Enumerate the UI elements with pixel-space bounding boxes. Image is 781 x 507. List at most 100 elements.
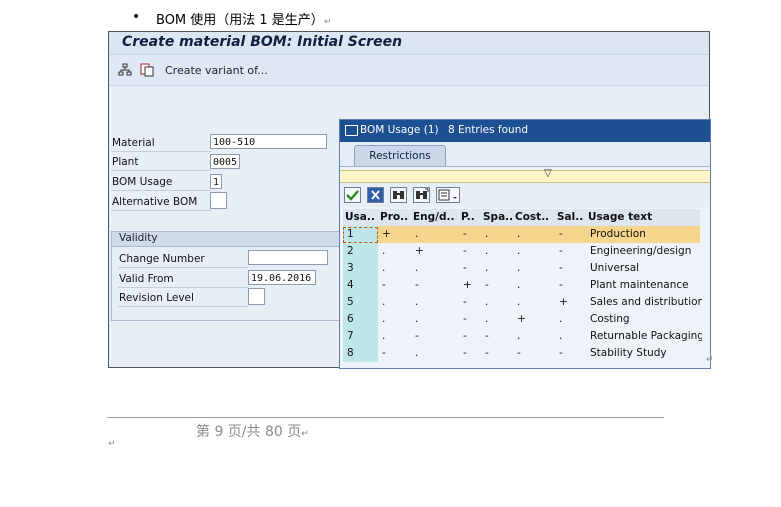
row-indicator[interactable]: . (382, 313, 413, 325)
row-indicator[interactable]: - (517, 347, 557, 359)
material-input[interactable]: 100-510 (210, 134, 327, 149)
print-icon[interactable] (436, 187, 460, 203)
paragraph-mark: ↵ (301, 429, 309, 439)
hierarchy-icon[interactable] (118, 63, 132, 77)
row-indicator[interactable]: - (559, 347, 588, 359)
valid-from-input[interactable]: 19.06.2016 (248, 270, 316, 285)
bom-usage-input[interactable]: 1 (210, 174, 222, 189)
plant-label: Plant (112, 156, 139, 168)
row-indicator[interactable]: . (517, 279, 557, 291)
column-header[interactable]: Eng/d.. (413, 211, 459, 223)
alternative-bom-input[interactable] (210, 192, 227, 209)
row-indicator[interactable]: - (485, 279, 515, 291)
row-usage-text[interactable]: Plant maintenance (590, 279, 702, 291)
material-label: Material (112, 137, 155, 149)
bom-usage-popup: BOM Usage (1) 8 Entries found Restrictio… (339, 119, 711, 369)
row-indicator[interactable]: - (463, 313, 483, 325)
row-indicator[interactable]: . (517, 330, 557, 342)
restrictions-collapse-bar[interactable]: ▽ (340, 168, 710, 183)
row-usage-key[interactable]: 4 (347, 279, 380, 291)
window-icon (345, 125, 358, 136)
row-indicator[interactable]: - (463, 296, 483, 308)
column-header[interactable]: Spa.. (483, 211, 513, 223)
find-next-icon[interactable] (413, 187, 430, 203)
row-indicator[interactable]: + (517, 313, 557, 325)
column-header[interactable]: Sal.. (557, 211, 586, 223)
row-indicator[interactable]: . (517, 245, 557, 257)
row-indicator[interactable]: - (382, 347, 413, 359)
document-heading: BOM 使用（用法 1 是生产）↵ (156, 9, 331, 28)
row-indicator[interactable]: - (485, 347, 515, 359)
column-header[interactable]: Cost.. (515, 211, 555, 223)
row-indicator[interactable]: . (517, 296, 557, 308)
row-indicator[interactable]: - (559, 228, 588, 240)
bom-usage-label: BOM Usage (112, 176, 173, 188)
row-indicator[interactable]: . (415, 296, 461, 308)
tab-restrictions[interactable]: Restrictions (354, 145, 446, 166)
row-indicator[interactable]: - (463, 347, 483, 359)
row-indicator[interactable]: . (382, 262, 413, 274)
row-usage-key[interactable]: 8 (347, 347, 380, 359)
column-header[interactable]: P.. (461, 211, 481, 223)
column-header[interactable]: Pro.. (380, 211, 411, 223)
row-indicator[interactable]: - (415, 279, 461, 291)
row-indicator[interactable]: . (485, 245, 515, 257)
row-indicator[interactable]: . (415, 347, 461, 359)
row-indicator[interactable]: . (415, 228, 461, 240)
row-indicator[interactable]: - (463, 330, 483, 342)
footer-rule (107, 417, 664, 418)
row-usage-text[interactable]: Costing (590, 313, 702, 325)
row-indicator[interactable]: . (485, 228, 515, 240)
column-header[interactable]: Usa.. (345, 211, 378, 223)
row-usage-text[interactable]: Sales and distribution (590, 296, 702, 308)
row-indicator[interactable]: + (415, 245, 461, 257)
revision-level-input[interactable] (248, 288, 265, 305)
row-usage-key[interactable]: 2 (347, 245, 380, 257)
row-usage-text[interactable]: Production (590, 228, 702, 240)
row-indicator[interactable]: - (463, 228, 483, 240)
row-indicator[interactable]: . (517, 262, 557, 274)
plant-input[interactable]: 0005 (210, 154, 240, 169)
row-usage-key[interactable]: 6 (347, 313, 380, 325)
row-indicator[interactable]: . (485, 262, 515, 274)
row-usage-key[interactable]: 1 (347, 228, 380, 240)
collapse-triangle-icon[interactable]: ▽ (544, 168, 552, 179)
row-usage-key[interactable]: 7 (347, 330, 380, 342)
row-usage-key[interactable]: 5 (347, 296, 380, 308)
row-indicator[interactable]: . (559, 330, 588, 342)
row-indicator[interactable]: - (559, 262, 588, 274)
row-indicator[interactable]: . (415, 262, 461, 274)
confirm-check-icon[interactable] (344, 187, 361, 203)
change-number-input[interactable] (248, 250, 328, 265)
row-indicator[interactable]: + (382, 228, 413, 240)
row-indicator[interactable]: - (485, 330, 515, 342)
change-number-label: Change Number (119, 253, 205, 265)
row-indicator[interactable]: - (559, 279, 588, 291)
cancel-x-icon[interactable] (367, 187, 384, 203)
row-usage-text[interactable]: Stability Study (590, 347, 702, 359)
row-usage-text[interactable]: Engineering/design (590, 245, 702, 257)
row-indicator[interactable]: - (382, 279, 413, 291)
row-indicator[interactable]: - (463, 245, 483, 257)
sap-title-bar: Create material BOM: Initial Screen (109, 32, 709, 55)
row-indicator[interactable]: . (517, 228, 557, 240)
create-variant-button[interactable]: Create variant of... (165, 64, 268, 77)
row-indicator[interactable]: + (463, 279, 483, 291)
column-header[interactable]: Usage text (588, 211, 700, 223)
row-indicator[interactable]: - (415, 330, 461, 342)
row-indicator[interactable]: . (382, 330, 413, 342)
row-indicator[interactable]: . (415, 313, 461, 325)
row-indicator[interactable]: + (559, 296, 588, 308)
row-indicator[interactable]: - (463, 262, 483, 274)
row-indicator[interactable]: . (559, 313, 588, 325)
find-binoculars-icon[interactable] (390, 187, 407, 203)
row-usage-text[interactable]: Returnable Packaging (590, 330, 702, 342)
copy-icon[interactable] (140, 63, 154, 77)
row-usage-text[interactable]: Universal (590, 262, 702, 274)
row-indicator[interactable]: - (559, 245, 588, 257)
row-usage-key[interactable]: 3 (347, 262, 380, 274)
row-indicator[interactable]: . (485, 313, 515, 325)
row-indicator[interactable]: . (485, 296, 515, 308)
row-indicator[interactable]: . (382, 245, 413, 257)
row-indicator[interactable]: . (382, 296, 413, 308)
